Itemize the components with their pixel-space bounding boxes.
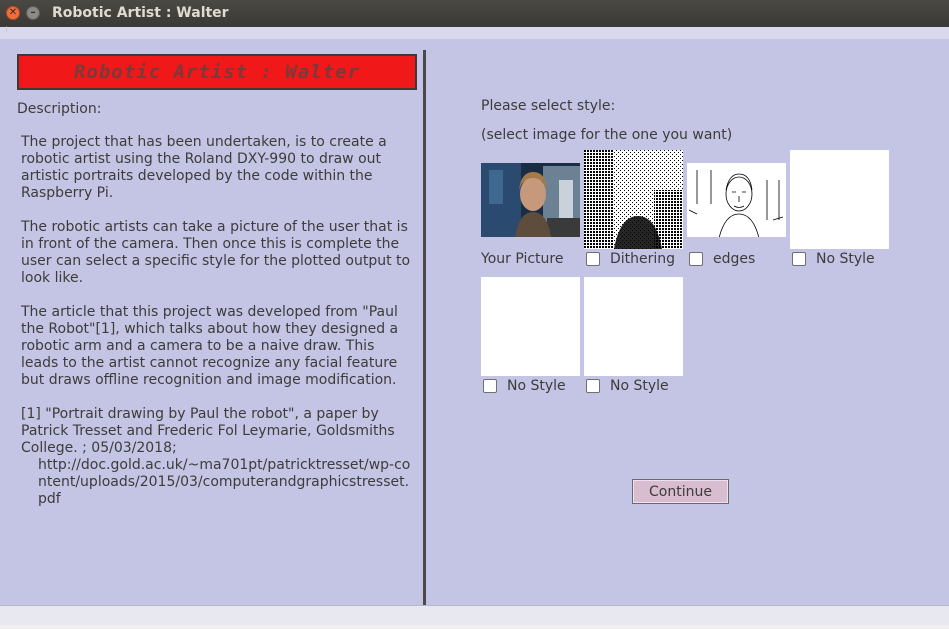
no-style-image[interactable] [481,277,580,376]
no-style-image[interactable] [584,277,683,376]
dithering-checkbox[interactable] [586,252,600,266]
grip-icon: ⋮ [3,25,10,33]
no-style-label[interactable]: No Style [507,378,566,394]
reference-url: http://doc.gold.ac.uk/~ma701pt/patricktr… [38,457,411,507]
no-style-checkbox[interactable] [586,379,600,393]
description-paragraph: The project that has been undertaken, is… [21,134,387,201]
continue-button[interactable]: Continue [632,479,729,504]
window-title: Robotic Artist : Walter [52,5,229,21]
style-hint: (select image for the one you want) [481,127,733,143]
window-bottom-edge [0,625,949,629]
menu-strip [0,27,949,39]
edges-label[interactable]: edges [713,251,755,267]
edges-option[interactable]: edges [689,251,755,267]
no-style-checkbox[interactable] [792,252,806,266]
no-style-option[interactable]: No Style [792,251,875,267]
no-style-label[interactable]: No Style [816,251,875,267]
no-style-option[interactable]: No Style [586,378,669,394]
edges-checkbox[interactable] [689,252,703,266]
your-picture-label: Your Picture [481,251,564,267]
description-paragraph: The article that this project was develo… [21,304,399,388]
minimize-icon[interactable]: – [26,6,40,20]
close-icon[interactable]: ✕ [6,6,20,20]
description-text: The project that has been undertaken, is… [21,134,413,508]
dithering-image[interactable] [584,150,683,249]
edges-image[interactable] [687,150,786,249]
style-prompt: Please select style: [481,98,616,114]
dithering-label[interactable]: Dithering [610,251,675,267]
no-style-checkbox[interactable] [483,379,497,393]
description-label: Description: [17,101,102,117]
dithering-option[interactable]: Dithering [586,251,675,267]
title-bar: ✕ – Robotic Artist : Walter [0,0,949,27]
description-paragraph: The robotic artists can take a picture o… [21,219,411,286]
your-picture-caption: Your Picture [481,251,563,267]
no-style-image[interactable] [790,150,889,249]
no-style-option[interactable]: No Style [483,378,566,394]
panel-divider[interactable] [423,50,426,605]
app-banner: Robotic Artist : Walter [17,54,417,90]
no-style-label[interactable]: No Style [610,378,669,394]
your-picture-image[interactable] [481,150,580,249]
status-bar [0,605,949,626]
reference-citation: [1] "Portrait drawing by Paul the robot"… [21,406,395,456]
